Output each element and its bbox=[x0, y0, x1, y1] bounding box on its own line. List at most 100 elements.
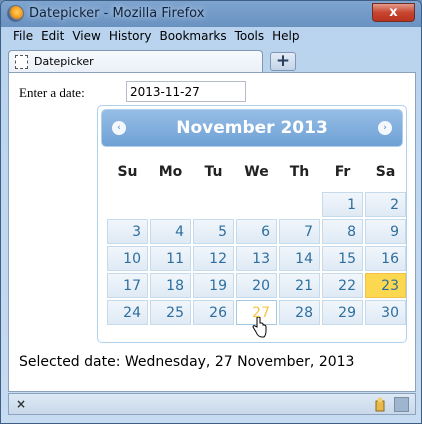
calendar-cell: 2 bbox=[365, 192, 406, 217]
datepicker-header: ‹ November 2013 › bbox=[101, 109, 403, 147]
calendar-cell: 9 bbox=[365, 219, 406, 244]
date-input[interactable]: 2013-11-27 bbox=[126, 81, 246, 102]
resize-grip-icon[interactable] bbox=[394, 397, 409, 412]
calendar-cell: 20 bbox=[236, 273, 277, 298]
calendar-cell bbox=[150, 192, 191, 217]
calendar-cell: 15 bbox=[322, 246, 363, 271]
calendar-cell: 8 bbox=[322, 219, 363, 244]
close-findbar-icon[interactable]: × bbox=[16, 397, 26, 411]
calendar-grid: Su Mo Tu We Th Fr Sa 1 2 3 4 5 6 7 8 9 10 11 12 13 14 15 16 17… bbox=[105, 152, 408, 327]
day-29[interactable]: 29 bbox=[322, 300, 363, 325]
menu-tools[interactable]: Tools bbox=[231, 28, 269, 46]
menu-edit[interactable]: Edit bbox=[37, 28, 68, 46]
calendar-cell: 1 bbox=[322, 192, 363, 217]
calendar-cell: 22 bbox=[322, 273, 363, 298]
calendar-cell bbox=[236, 192, 277, 217]
calendar-week-row: 3456789 bbox=[107, 219, 406, 244]
day-25[interactable]: 25 bbox=[150, 300, 191, 325]
calendar-cell: 13 bbox=[236, 246, 277, 271]
menu-history[interactable]: History bbox=[105, 28, 156, 46]
day-5[interactable]: 5 bbox=[193, 219, 234, 244]
calendar-cell: 10 bbox=[107, 246, 148, 271]
weekday-label: Sa bbox=[375, 164, 396, 180]
weekday-label: We bbox=[244, 164, 269, 180]
day-9[interactable]: 9 bbox=[365, 219, 406, 244]
title-bar: Datepicker - Mozilla Firefox x bbox=[1, 1, 421, 27]
weekday-label: Su bbox=[117, 164, 138, 180]
window-title: Datepicker - Mozilla Firefox bbox=[29, 6, 205, 21]
day-14[interactable]: 14 bbox=[279, 246, 320, 271]
calendar-cell: 21 bbox=[279, 273, 320, 298]
calendar-cell: 18 bbox=[150, 273, 191, 298]
firefox-icon bbox=[7, 5, 24, 22]
weekday-label: Th bbox=[289, 164, 310, 180]
day-8[interactable]: 8 bbox=[322, 219, 363, 244]
calendar-cell: 19 bbox=[193, 273, 234, 298]
day-4[interactable]: 4 bbox=[150, 219, 191, 244]
datepicker-title: November 2013 bbox=[176, 118, 328, 138]
day-24[interactable]: 24 bbox=[107, 300, 148, 325]
tab-datepicker[interactable]: Datepicker bbox=[8, 50, 263, 72]
day-28[interactable]: 28 bbox=[279, 300, 320, 325]
browser-window: Datepicker - Mozilla Firefox x File Edit… bbox=[0, 0, 422, 424]
date-label: Enter a date: bbox=[19, 85, 85, 100]
tab-label: Datepicker bbox=[34, 55, 94, 68]
calendar-cell: 11 bbox=[150, 246, 191, 271]
calendar-cell: 3 bbox=[107, 219, 148, 244]
day-23[interactable]: 23 bbox=[365, 273, 406, 298]
calendar-cell: 16 bbox=[365, 246, 406, 271]
day-3[interactable]: 3 bbox=[107, 219, 148, 244]
calendar-cell: 6 bbox=[236, 219, 277, 244]
day-13[interactable]: 13 bbox=[236, 246, 277, 271]
hand-cursor-icon bbox=[252, 317, 267, 338]
menu-bar: File Edit View History Bookmarks Tools H… bbox=[9, 28, 304, 46]
window-close-button[interactable]: x bbox=[372, 3, 415, 22]
day-2[interactable]: 2 bbox=[365, 192, 406, 217]
day-7[interactable]: 7 bbox=[279, 219, 320, 244]
calendar-cell bbox=[279, 192, 320, 217]
day-12[interactable]: 12 bbox=[193, 246, 234, 271]
calendar-cell: 30 bbox=[365, 300, 406, 325]
calendar-cell: 29 bbox=[322, 300, 363, 325]
day-1[interactable]: 1 bbox=[322, 192, 363, 217]
calendar-cell bbox=[193, 192, 234, 217]
next-month-button[interactable]: › bbox=[378, 121, 392, 135]
weekday-label: Tu bbox=[204, 164, 223, 180]
page-icon bbox=[15, 55, 28, 69]
calendar-cell: 28 bbox=[279, 300, 320, 325]
day-19[interactable]: 19 bbox=[193, 273, 234, 298]
calendar-week-row: 10 11 12 13 14 15 16 bbox=[107, 246, 406, 271]
day-6[interactable]: 6 bbox=[236, 219, 277, 244]
weekday-label: Fr bbox=[334, 164, 351, 180]
calendar-cell: 5 bbox=[193, 219, 234, 244]
day-11[interactable]: 11 bbox=[150, 246, 191, 271]
menu-view[interactable]: View bbox=[68, 28, 104, 46]
calendar-cell: 24 bbox=[107, 300, 148, 325]
datepicker: ‹ November 2013 › Su Mo Tu We Th Fr Sa 1234567… bbox=[97, 105, 407, 343]
calendar-cell: 25 bbox=[150, 300, 191, 325]
day-21[interactable]: 21 bbox=[279, 273, 320, 298]
menu-bookmarks[interactable]: Bookmarks bbox=[156, 28, 231, 46]
status-bar: × bbox=[8, 393, 416, 415]
day-20[interactable]: 20 bbox=[236, 273, 277, 298]
new-tab-button[interactable]: + bbox=[270, 52, 296, 71]
menu-help[interactable]: Help bbox=[268, 28, 303, 46]
day-10[interactable]: 10 bbox=[107, 246, 148, 271]
calendar-cell: 7 bbox=[279, 219, 320, 244]
day-26[interactable]: 26 bbox=[193, 300, 234, 325]
page-content: Enter a date: 2013-11-27 ‹ November 2013… bbox=[8, 72, 416, 392]
day-15[interactable]: 15 bbox=[322, 246, 363, 271]
calendar-cell: 14 bbox=[279, 246, 320, 271]
weekday-label: Mo bbox=[158, 164, 183, 180]
tab-strip: Datepicker + bbox=[8, 48, 416, 72]
day-30[interactable]: 30 bbox=[365, 300, 406, 325]
calendar-week-row: 12 bbox=[107, 192, 406, 217]
addon-icon[interactable] bbox=[373, 397, 387, 412]
calendar-cell: 12 bbox=[193, 246, 234, 271]
day-18[interactable]: 18 bbox=[150, 273, 191, 298]
day-22[interactable]: 22 bbox=[322, 273, 363, 298]
selected-date-text: Selected date: Wednesday, 27 November, 2… bbox=[19, 354, 355, 370]
day-17[interactable]: 17 bbox=[107, 273, 148, 298]
day-16[interactable]: 16 bbox=[365, 246, 406, 271]
menu-file[interactable]: File bbox=[9, 28, 37, 46]
